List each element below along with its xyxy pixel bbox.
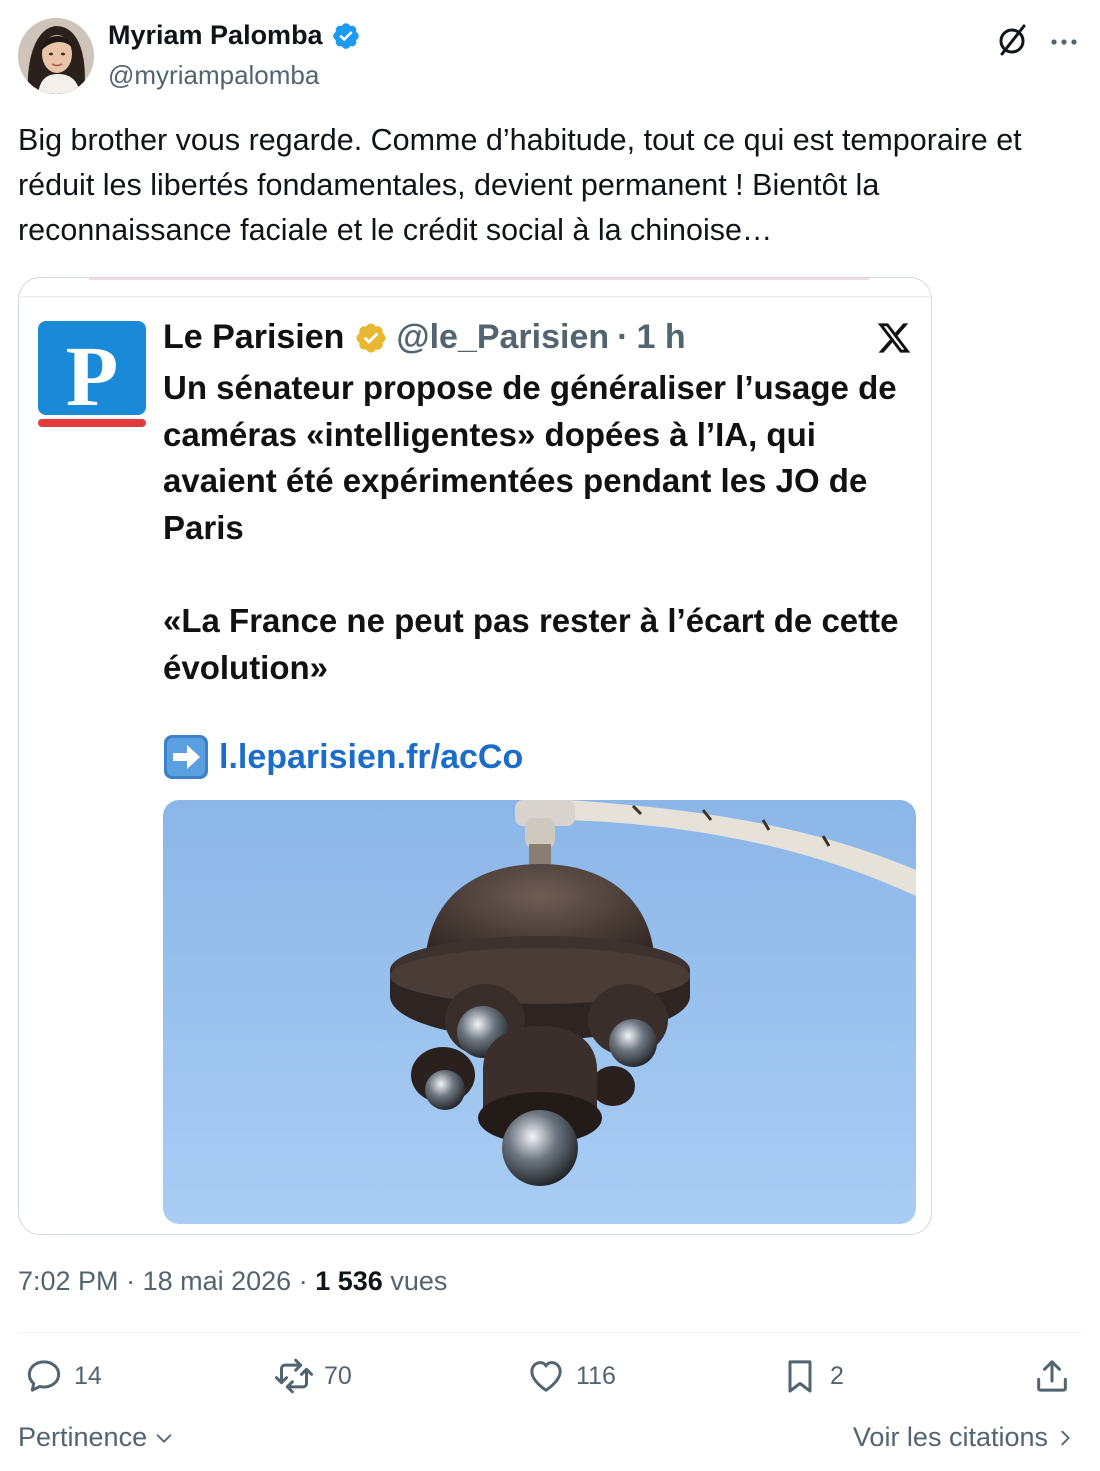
card-link-row: l.leparisien.fr/acCo xyxy=(163,734,523,780)
tweet-date[interactable]: 18 mai 2026 xyxy=(143,1266,292,1296)
card-top-border xyxy=(89,278,869,280)
tweet-header: Myriam Palomba @myriampalomba xyxy=(18,18,1082,96)
retweet-count: 70 xyxy=(324,1361,352,1390)
action-bar: 14 70 116 2 xyxy=(18,1356,1082,1404)
bookmark-count: 2 xyxy=(830,1361,844,1390)
chevron-right-icon xyxy=(1061,1430,1070,1445)
author-handle[interactable]: @myriampalomba xyxy=(108,60,319,91)
tweet-time[interactable]: 7:02 PM xyxy=(18,1266,119,1296)
verified-badge-icon xyxy=(332,22,359,49)
retweet-icon xyxy=(275,1358,313,1394)
embedded-media-card[interactable]: P Le Parisien @le_Parisien · 1 h Un séna… xyxy=(18,277,932,1235)
tweet-text: Big brother vous regarde. Comme d’habitu… xyxy=(18,123,1022,247)
author-name[interactable]: Myriam Palomba xyxy=(108,20,323,51)
card-header: Le Parisien @le_Parisien · 1 h xyxy=(163,318,686,357)
share-button[interactable] xyxy=(1032,1356,1072,1396)
sort-label: Pertinence xyxy=(18,1422,148,1452)
bookmark-button[interactable]: 2 xyxy=(780,1356,844,1396)
card-source-handle: @le_Parisien xyxy=(396,318,610,356)
divider xyxy=(18,1332,1082,1333)
grok-icon[interactable] xyxy=(994,22,1030,58)
card-headline: Un sénateur propose de généraliser l’usa… xyxy=(163,369,897,546)
like-button[interactable]: 116 xyxy=(526,1356,616,1396)
logo-letter: P xyxy=(66,328,119,424)
view-quotes-link[interactable]: Voir les citations xyxy=(853,1422,1076,1453)
views-label: vues xyxy=(390,1266,448,1296)
tweet-meta: 7:02 PM · 18 mai 2026 · 1 536 vues xyxy=(18,1266,447,1297)
meta-separator: · xyxy=(298,1266,308,1296)
card-separator: · xyxy=(617,318,629,356)
chevron-down-icon xyxy=(156,1433,172,1443)
view-quotes-label: Voir les citations xyxy=(852,1422,1048,1452)
card-link[interactable]: l.leparisien.fr/acCo xyxy=(219,738,523,777)
gold-verified-badge-icon xyxy=(356,322,386,353)
card-divider xyxy=(19,296,931,297)
avatar[interactable] xyxy=(18,18,94,94)
retweet-button[interactable]: 70 xyxy=(274,1356,352,1396)
reply-icon xyxy=(27,1360,61,1392)
bookmark-icon xyxy=(788,1360,812,1393)
reply-button[interactable]: 14 xyxy=(24,1356,102,1396)
arrow-right-icon xyxy=(164,735,208,779)
views-count: 1 536 xyxy=(315,1266,383,1296)
le-parisien-logo: P xyxy=(38,321,146,427)
camera-photo xyxy=(163,800,916,1224)
card-quote: «La France ne peut pas rester à l’écart … xyxy=(163,602,899,686)
like-icon xyxy=(530,1361,562,1392)
like-count: 116 xyxy=(576,1361,616,1390)
reply-count: 14 xyxy=(74,1361,102,1390)
x-logo-icon xyxy=(877,323,911,353)
more-icon[interactable] xyxy=(1046,22,1082,58)
sort-dropdown[interactable]: Pertinence xyxy=(18,1422,175,1453)
card-source-name: Le Parisien xyxy=(163,318,345,356)
card-time: 1 h xyxy=(636,318,686,356)
meta-separator: · xyxy=(126,1266,136,1296)
share-icon xyxy=(1037,1360,1067,1392)
